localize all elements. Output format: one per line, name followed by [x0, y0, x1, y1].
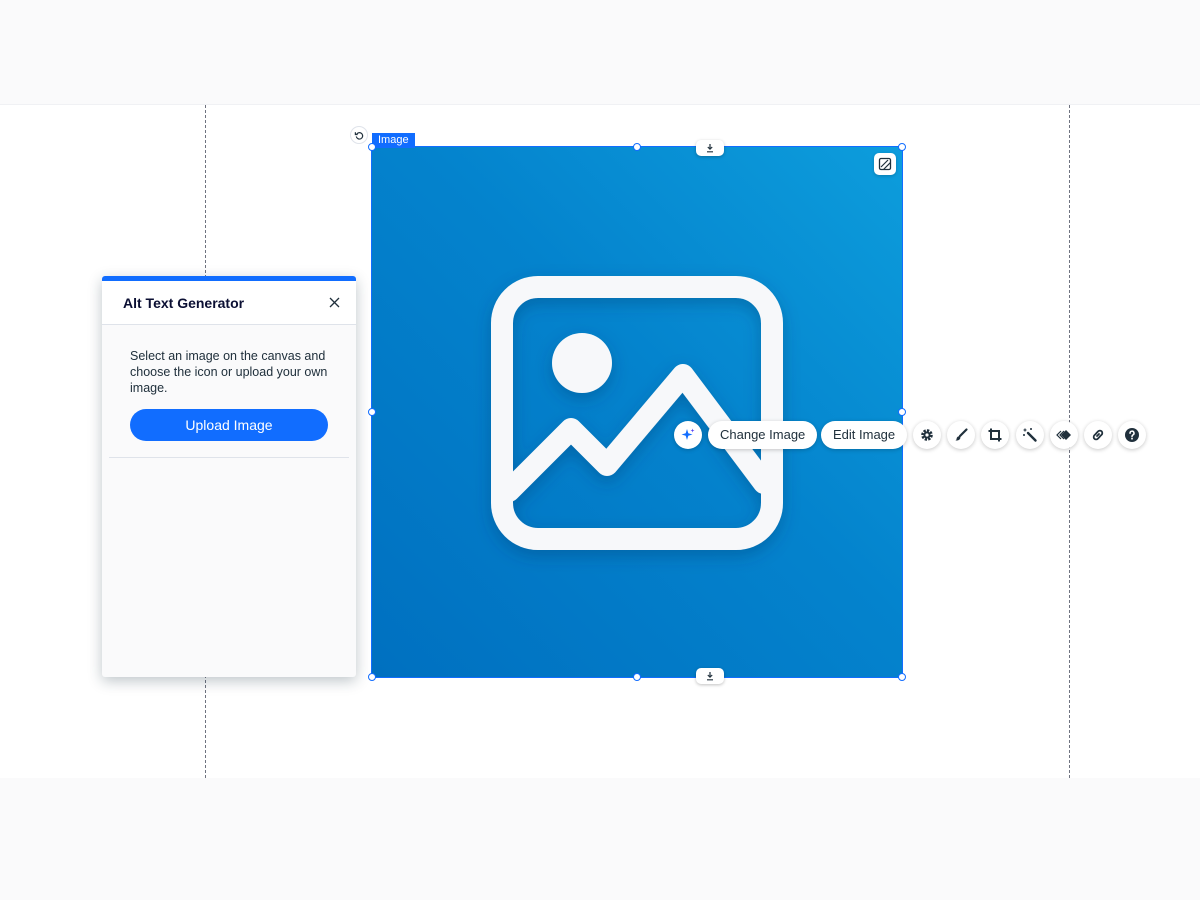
close-icon — [329, 297, 339, 308]
close-panel-button[interactable] — [326, 295, 342, 311]
resize-handle-top-left[interactable] — [368, 143, 376, 151]
animation-icon — [1056, 430, 1071, 440]
panel-description: Select an image on the canvas and choose… — [130, 349, 328, 395]
panel-title: Alt Text Generator — [123, 294, 245, 311]
sparkle-icon — [681, 428, 695, 440]
top-stretch-button[interactable] — [696, 140, 724, 156]
bottom-stretch-button[interactable] — [696, 668, 724, 684]
selected-image[interactable] — [371, 146, 903, 678]
crop-button[interactable] — [981, 421, 1009, 449]
image-edit-icon — [878, 157, 892, 171]
enhance-button[interactable] — [1016, 421, 1044, 449]
image-placeholder-icon — [491, 276, 783, 550]
upload-image-button[interactable]: Upload Image — [130, 409, 328, 441]
help-button[interactable] — [1118, 421, 1146, 449]
settings-button[interactable] — [913, 421, 941, 449]
download-icon — [707, 672, 713, 681]
ai-tools-button[interactable] — [674, 421, 702, 449]
resize-handle-bottom-left[interactable] — [368, 673, 376, 681]
download-icon — [707, 144, 713, 153]
panel-header: Alt Text Generator — [102, 281, 356, 325]
animation-button[interactable] — [1050, 421, 1078, 449]
edit-image-button[interactable]: Edit Image — [821, 421, 908, 449]
image-settings-button[interactable] — [874, 153, 896, 175]
alt-text-generator-panel: Alt Text Generator Select an image on th… — [102, 276, 356, 677]
link-icon — [1092, 429, 1104, 441]
editor-top-area — [0, 0, 1200, 105]
resize-handle-bottom[interactable] — [633, 673, 641, 681]
link-button[interactable] — [1084, 421, 1112, 449]
brush-icon — [955, 428, 968, 441]
rotate-icon — [354, 131, 363, 140]
panel-body: Select an image on the canvas and choose… — [102, 325, 356, 441]
resize-handle-top[interactable] — [633, 143, 641, 151]
panel-divider — [109, 457, 349, 458]
crop-icon — [988, 428, 1002, 442]
resize-handle-top-right[interactable] — [898, 143, 906, 151]
resize-handle-left[interactable] — [368, 408, 376, 416]
element-type-tag: Image — [372, 133, 415, 148]
resize-handle-right[interactable] — [898, 408, 906, 416]
change-image-button[interactable]: Change Image — [708, 421, 818, 449]
help-icon — [1125, 428, 1139, 442]
magic-wand-icon — [1023, 428, 1037, 442]
editor-bottom-area — [0, 778, 1200, 900]
design-button[interactable] — [947, 421, 975, 449]
gear-icon — [921, 429, 933, 441]
rotate-handle[interactable] — [350, 126, 368, 144]
resize-handle-bottom-right[interactable] — [898, 673, 906, 681]
